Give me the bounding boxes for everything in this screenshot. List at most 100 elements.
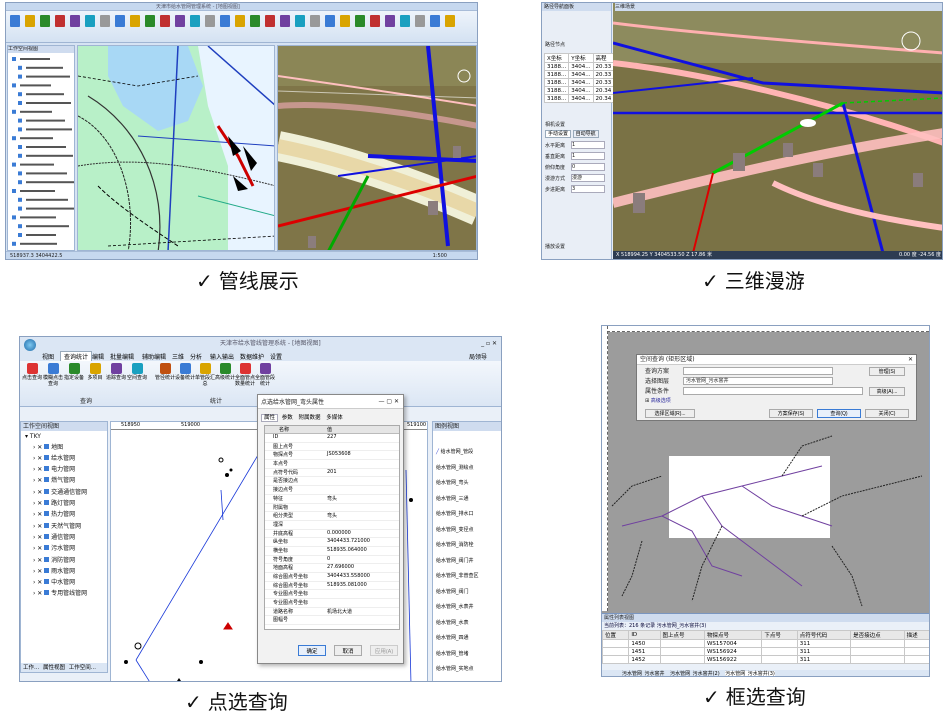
attribute-row[interactable]: 综合图点号坐标 518935.081000	[265, 582, 399, 591]
param-field[interactable]: 3	[571, 185, 605, 193]
legend-item[interactable]: 给水管网_变径点	[436, 523, 501, 539]
close-button[interactable]: 关闭(C)	[865, 409, 909, 418]
layer-checkbox[interactable]	[12, 215, 16, 220]
tree-item[interactable]: › ✕ 地图	[25, 442, 107, 453]
param-field[interactable]: 0	[571, 163, 605, 171]
tool-icon[interactable]	[250, 15, 260, 27]
tab[interactable]: 附属数据	[297, 415, 323, 421]
tool-button[interactable]: 空间查询	[127, 363, 147, 381]
layer-tree[interactable]: ▾ TKY › ✕ 地图 › ✕ 给水管网 › ✕ 电力管网 › ✕ 燃气管网 › ✕ 交…	[21, 431, 107, 600]
attribute-row[interactable]: 附属物	[265, 504, 399, 513]
tool-icon[interactable]	[340, 15, 350, 27]
layer-checkbox[interactable]	[18, 74, 22, 79]
tool-icon[interactable]	[355, 15, 365, 27]
tool-icon[interactable]	[310, 15, 320, 27]
map-2d[interactable]	[77, 45, 275, 251]
tool-icon[interactable]	[85, 15, 95, 27]
tree-lines[interactable]	[8, 53, 75, 251]
ribbon-icons[interactable]	[6, 11, 478, 41]
column-header[interactable]: 是否接边点	[850, 630, 905, 640]
tree-item[interactable]: › ✕ 电力管网	[25, 464, 107, 475]
tree-item[interactable]: › ✕ 天然气管网	[25, 521, 107, 532]
tab[interactable]: 参数	[280, 415, 295, 421]
attribute-row[interactable]: 是否接边点	[265, 477, 399, 487]
tool-icon[interactable]	[445, 15, 455, 27]
legend-item[interactable]: 给水管网_阀门井	[436, 554, 501, 570]
tool-icon[interactable]	[160, 15, 170, 27]
column-header[interactable]: 物探点号	[703, 630, 763, 640]
attribute-row[interactable]: 埋深	[265, 521, 399, 530]
layer-checkbox[interactable]	[18, 206, 22, 211]
tool-icon[interactable]	[430, 15, 440, 27]
attribute-row[interactable]: 组分类型 弯头	[265, 512, 399, 521]
layer-checkbox[interactable]	[12, 136, 16, 141]
legend-item[interactable]: 给水管网_水表井	[436, 600, 501, 616]
tool-icon[interactable]	[205, 15, 215, 27]
path-node-table[interactable]: X坐标 Y坐标 高程 3188... 3404... 20.33 3188... 3404…	[543, 53, 615, 103]
menu-item[interactable]: 辅助编辑	[142, 352, 166, 361]
layer-checkbox[interactable]	[18, 118, 22, 123]
tree-item[interactable]: › ✕ 路灯管网	[25, 498, 107, 509]
tool-button[interactable]: 单管段汇总	[195, 363, 215, 387]
tree-item[interactable]: › ✕ 中水管网	[25, 577, 107, 588]
param-field[interactable]: 1	[571, 141, 605, 149]
tree-item[interactable]: › ✕ 燃气管网	[25, 475, 107, 486]
tool-icon[interactable]	[415, 15, 425, 27]
tool-button[interactable]: 指定设备	[64, 363, 84, 381]
column-header[interactable]: ID	[628, 630, 661, 640]
layer-checkbox[interactable]	[18, 233, 22, 237]
tool-button[interactable]: 点击查询	[22, 363, 42, 381]
attribute-row[interactable]: 本点号	[265, 460, 399, 469]
attribute-row[interactable]: 特征 弯头	[265, 495, 399, 504]
layer-checkbox[interactable]	[18, 127, 22, 132]
legend-item[interactable]: 给水管网_实地点	[436, 662, 501, 678]
tool-button[interactable]: 管径统计	[155, 363, 175, 381]
tab[interactable]: 工作...	[23, 665, 39, 671]
legend-item[interactable]: 给水管网_四通	[436, 631, 501, 647]
menu-item[interactable]: 设置	[270, 352, 282, 361]
tab[interactable]: 工作空间...	[69, 665, 96, 671]
attribute-row[interactable]: 点符号代码 201	[265, 469, 399, 478]
layer-checkbox[interactable]	[18, 171, 22, 176]
apply-button[interactable]: 应用(A)	[370, 645, 398, 656]
tab[interactable]: 污水管网_污水窨井(3)	[725, 671, 775, 676]
attribute-row[interactable]: 道路名称 机场北大道	[265, 608, 399, 617]
tool-icon[interactable]	[40, 15, 50, 27]
legend-item[interactable]: 给水管网_测绘点	[436, 461, 501, 477]
window-controls[interactable]: _ ▫ ✕	[481, 340, 497, 348]
tool-icon[interactable]	[295, 15, 305, 27]
tree-item[interactable]: › ✕ 专用管线管网	[25, 588, 107, 599]
legend-item[interactable]: 给水管网_阀门	[436, 585, 501, 601]
legend-item[interactable]: 给水管网_管堵	[436, 647, 501, 663]
layer-checkbox[interactable]	[18, 65, 22, 70]
tab-auto[interactable]: 自动导航	[572, 130, 599, 138]
legend-item[interactable]: 给水管网_排水口	[436, 507, 501, 523]
column-header[interactable]: 下点号	[761, 630, 798, 640]
tool-icon[interactable]	[400, 15, 410, 27]
layer-checkbox[interactable]	[18, 197, 22, 202]
layer-checkbox[interactable]	[18, 92, 22, 97]
attribute-row[interactable]: 符号角度 0	[265, 556, 399, 565]
layer-checkbox[interactable]	[12, 57, 16, 61]
menu-item[interactable]: 批量编辑	[110, 352, 134, 361]
tree-item[interactable]: › ✕ 给水管网	[25, 453, 107, 464]
layer-checkbox[interactable]	[18, 101, 22, 105]
tool-icon[interactable]	[145, 15, 155, 27]
attribute-row[interactable]: 井底高程 0.000000	[265, 530, 399, 539]
tool-button[interactable]: 多项目	[85, 363, 105, 381]
query-button[interactable]: 查询(Q)	[817, 409, 861, 418]
tool-icon[interactable]	[325, 15, 335, 27]
layer-checkbox[interactable]	[18, 180, 22, 185]
save-scheme-button[interactable]: 方案保存(S)	[769, 409, 813, 418]
attribute-row[interactable]: 专业图点号坐标	[265, 590, 399, 600]
tab[interactable]: 属性视图	[43, 665, 65, 671]
tool-icon[interactable]	[55, 15, 65, 27]
tree-item[interactable]: › ✕ 交通通信管网	[25, 487, 107, 498]
tab[interactable]: 污水管网_污水窨井(2)	[670, 671, 720, 676]
layer-checkbox[interactable]	[18, 145, 22, 149]
table-row[interactable]: 1450 WS157004 311	[602, 639, 929, 648]
scene-3d[interactable]: 三维场景	[613, 3, 942, 253]
tool-icon[interactable]	[370, 15, 380, 27]
tool-button[interactable]: 全面管段统计	[255, 363, 275, 387]
attribute-row[interactable]: 横坐标 518935.064000	[265, 547, 399, 556]
